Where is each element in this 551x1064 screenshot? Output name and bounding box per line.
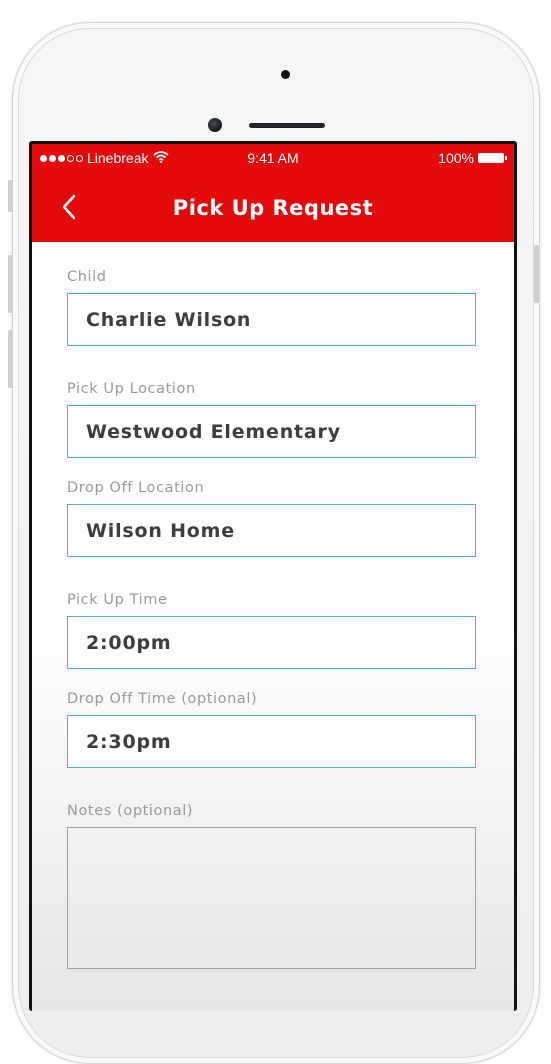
dropoff-location-label: Drop Off Location <box>67 480 205 496</box>
child-field[interactable]: Charlie Wilson <box>67 293 476 346</box>
app-screen: Linebreak 9:41 AM 100% Pick Up Request C… <box>32 144 514 1011</box>
front-camera <box>208 118 222 132</box>
pickup-location-field[interactable]: Westwood Elementary <box>67 405 476 458</box>
dropoff-time-field[interactable]: 2:30pm <box>67 715 476 768</box>
phone-screen: Linebreak 9:41 AM 100% Pick Up Request C… <box>29 141 517 1011</box>
volume-up-button <box>8 255 13 313</box>
status-bar: Linebreak 9:41 AM 100% <box>32 150 514 170</box>
dropoff-time-label: Drop Off Time (optional) <box>67 691 258 707</box>
mute-switch <box>8 180 13 212</box>
notes-field[interactable] <box>67 827 476 969</box>
notes-label: Notes (optional) <box>67 803 194 819</box>
nav-bar: Pick Up Request <box>32 188 514 228</box>
proximity-sensor <box>281 70 290 79</box>
battery-percent: 100% <box>438 150 474 166</box>
earpiece-speaker <box>249 123 325 128</box>
volume-down-button <box>8 330 13 388</box>
app-header: Linebreak 9:41 AM 100% Pick Up Request <box>32 144 514 242</box>
battery-icon <box>478 153 507 163</box>
page-title: Pick Up Request <box>172 196 374 220</box>
pickup-time-field[interactable]: 2:00pm <box>67 616 476 669</box>
child-label: Child <box>67 269 107 285</box>
pickup-location-label: Pick Up Location <box>67 381 196 397</box>
pickup-time-label: Pick Up Time <box>67 592 168 608</box>
power-button <box>534 245 539 303</box>
dropoff-location-field[interactable]: Wilson Home <box>67 504 476 557</box>
status-right: 100% <box>438 150 507 166</box>
